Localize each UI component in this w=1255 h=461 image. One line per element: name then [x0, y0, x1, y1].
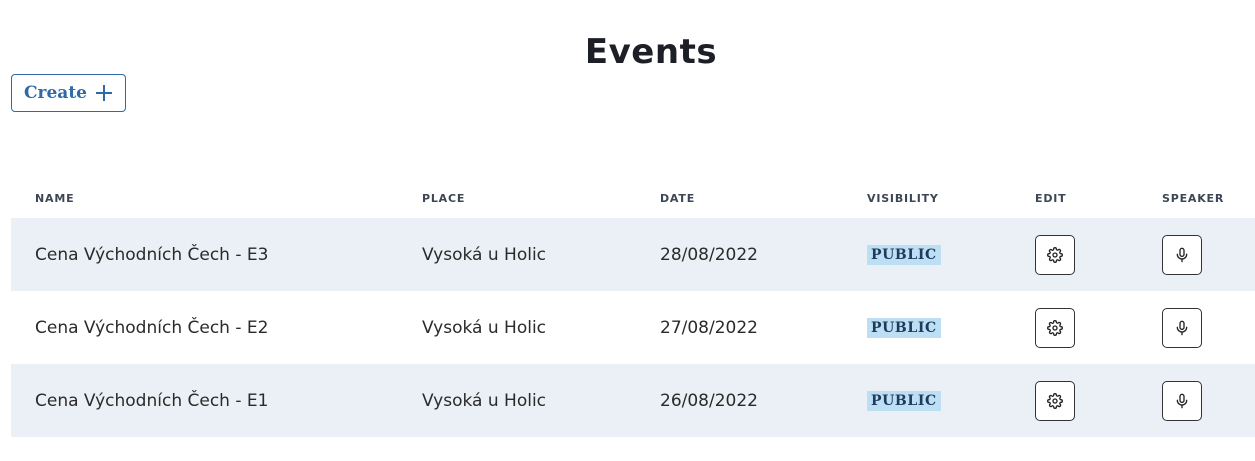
event-name[interactable]: Cena Východních Čech - E2 — [35, 291, 268, 364]
speaker-button[interactable] — [1162, 234, 1202, 275]
page-title: Events — [584, 32, 718, 72]
speaker-cell — [1162, 291, 1202, 364]
speaker-button[interactable] — [1162, 307, 1202, 348]
plus-icon — [96, 85, 112, 101]
table-row[interactable]: Cena Východních Čech - E1 Vysoká u Holic… — [11, 364, 1255, 437]
visibility-badge: PUBLIC — [867, 390, 941, 411]
gear-icon — [1047, 319, 1063, 336]
visibility-cell: PUBLIC — [867, 218, 941, 291]
visibility-badge: PUBLIC — [867, 244, 941, 265]
speaker-cell — [1162, 218, 1202, 291]
gear-icon — [1047, 246, 1063, 263]
header-speaker: SPEAKER — [1162, 192, 1225, 205]
edit-cell — [1035, 364, 1075, 437]
edit-cell — [1035, 218, 1075, 291]
edit-button[interactable] — [1035, 380, 1075, 421]
create-button-label: Create — [24, 83, 87, 103]
create-button[interactable]: Create — [11, 74, 126, 112]
header-edit: EDIT — [1035, 192, 1067, 205]
header-place[interactable]: PLACE — [422, 192, 465, 205]
events-page: Events Create NAME PLACE DATE VISIBILITY… — [0, 0, 1255, 461]
table-row[interactable]: Cena Východních Čech - E2 Vysoká u Holic… — [11, 291, 1255, 364]
edit-button[interactable] — [1035, 234, 1075, 275]
event-name[interactable]: Cena Východních Čech - E1 — [35, 364, 268, 437]
event-date: 28/08/2022 — [660, 244, 758, 265]
header-name[interactable]: NAME — [35, 192, 74, 205]
gear-icon — [1047, 392, 1063, 409]
visibility-cell: PUBLIC — [867, 291, 941, 364]
visibility-cell: PUBLIC — [867, 364, 941, 437]
event-place: Vysoká u Holic — [422, 317, 547, 338]
header-date[interactable]: DATE — [660, 192, 695, 205]
edit-button[interactable] — [1035, 307, 1075, 348]
microphone-icon — [1176, 320, 1188, 335]
header-visibility[interactable]: VISIBILITY — [867, 192, 939, 205]
event-date: 26/08/2022 — [660, 390, 758, 411]
speaker-button[interactable] — [1162, 380, 1202, 421]
microphone-icon — [1176, 247, 1188, 262]
event-place: Vysoká u Holic — [422, 390, 547, 411]
table-row[interactable]: Cena Východních Čech - E3 Vysoká u Holic… — [11, 218, 1255, 291]
microphone-icon — [1176, 393, 1188, 408]
event-place: Vysoká u Holic — [422, 244, 547, 265]
speaker-cell — [1162, 364, 1202, 437]
events-table: NAME PLACE DATE VISIBILITY EDIT SPEAKER … — [11, 180, 1255, 437]
edit-cell — [1035, 291, 1075, 364]
table-header: NAME PLACE DATE VISIBILITY EDIT SPEAKER — [11, 180, 1255, 218]
visibility-badge: PUBLIC — [867, 317, 941, 338]
event-date: 27/08/2022 — [660, 317, 758, 338]
event-name[interactable]: Cena Východních Čech - E3 — [35, 218, 268, 291]
